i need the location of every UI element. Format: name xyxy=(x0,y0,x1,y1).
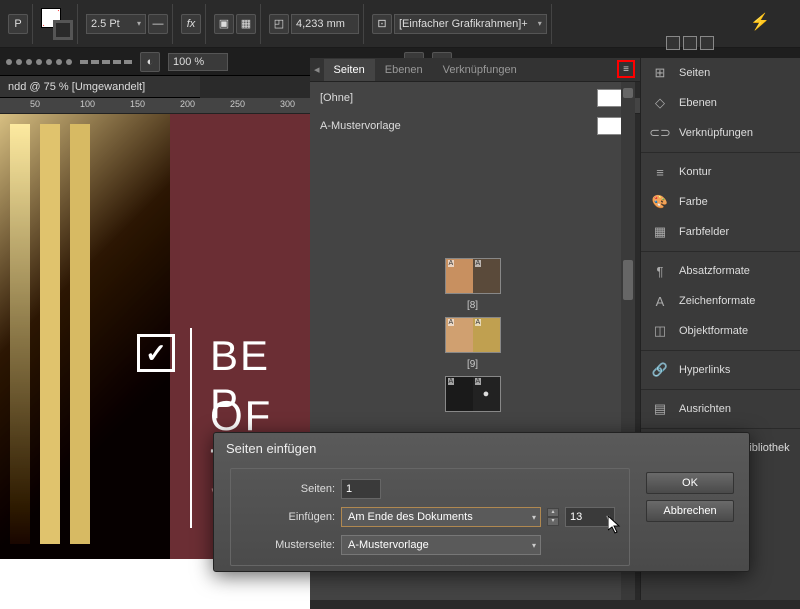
tab-ebenen[interactable]: Ebenen xyxy=(375,59,433,81)
frame-icon[interactable]: ⊡ xyxy=(372,14,392,34)
panel-zeichenformate[interactable]: AZeichenformate xyxy=(641,286,800,316)
insert-pages-dialog: Seiten einfügen Seiten: Einfügen: Am End… xyxy=(213,432,750,572)
pages-count-input[interactable] xyxy=(341,479,381,499)
char-icon[interactable]: P xyxy=(8,14,28,34)
ok-button[interactable]: OK xyxy=(646,472,734,494)
cancel-button[interactable]: Abbrechen xyxy=(646,500,734,522)
wrap-around-icon[interactable]: ▦ xyxy=(236,14,256,34)
view-mode-2[interactable] xyxy=(683,36,697,50)
panel-ausrichten[interactable]: ▤Ausrichten xyxy=(641,394,800,424)
opacity-icon[interactable]: ◐ xyxy=(140,52,160,72)
lightning-icon[interactable]: ⚡ xyxy=(750,12,770,32)
panel-tab-bar: ◂ Seiten Ebenen Verknüpfungen ▸▸ xyxy=(310,58,640,82)
panel-hyperlinks[interactable]: 🔗Hyperlinks xyxy=(641,355,800,385)
fill-stroke-control[interactable] xyxy=(41,8,73,40)
panel-verknüpfungen[interactable]: ⊂⊃Verknüpfungen xyxy=(641,118,800,148)
page-spinner[interactable]: ▴▾ xyxy=(547,508,559,526)
panel-seiten[interactable]: ⊞Seiten xyxy=(641,58,800,88)
dimension-input[interactable]: 4,233 mm xyxy=(291,14,359,34)
fx-icon[interactable]: fx xyxy=(181,14,201,34)
stroke-style-icon[interactable]: — xyxy=(148,14,168,34)
tab-verknuepfungen[interactable]: Verknüpfungen xyxy=(433,59,527,81)
page-thumb-10[interactable]: ● xyxy=(445,376,501,412)
insert-position-select[interactable]: Am Ende des Dokuments xyxy=(341,507,541,527)
view-mode-3[interactable] xyxy=(700,36,714,50)
page-thumb-9[interactable] xyxy=(445,317,501,353)
dialog-title: Seiten einfügen xyxy=(214,433,749,464)
panel-objektformate[interactable]: ◫Objektformate xyxy=(641,316,800,346)
panel-ebenen[interactable]: ◇Ebenen xyxy=(641,88,800,118)
panel-farbfelder[interactable]: ▦Farbfelder xyxy=(641,217,800,247)
document-tab[interactable]: ndd @ 75 % [Umgewandelt] xyxy=(0,76,200,98)
panel-menu-button[interactable] xyxy=(617,60,635,78)
view-mode-1[interactable] xyxy=(666,36,680,50)
master-none-row[interactable]: [Ohne] xyxy=(310,82,635,110)
opacity-input[interactable]: 100 % xyxy=(168,53,228,71)
checkmark-graphic xyxy=(137,334,175,372)
corner-icon[interactable]: ◰ xyxy=(269,14,289,34)
master-a-row[interactable]: A-Mustervorlage xyxy=(310,110,635,138)
panel-kontur[interactable]: ≡Kontur xyxy=(641,157,800,187)
panel-farbe[interactable]: 🎨Farbe xyxy=(641,187,800,217)
stroke-weight-dropdown[interactable]: 2.5 Pt xyxy=(86,14,146,34)
page-thumb-8[interactable] xyxy=(445,258,501,294)
panel-absatzformate[interactable]: ¶Absatzformate xyxy=(641,256,800,286)
object-style-dropdown[interactable]: [Einfacher Grafikrahmen]+ xyxy=(394,14,547,34)
page-number-input[interactable]: 13 xyxy=(565,507,615,527)
master-page-select[interactable]: A-Mustervorlage xyxy=(341,535,541,555)
tab-seiten[interactable]: Seiten xyxy=(324,59,375,81)
wrap-none-icon[interactable]: ▣ xyxy=(214,14,234,34)
